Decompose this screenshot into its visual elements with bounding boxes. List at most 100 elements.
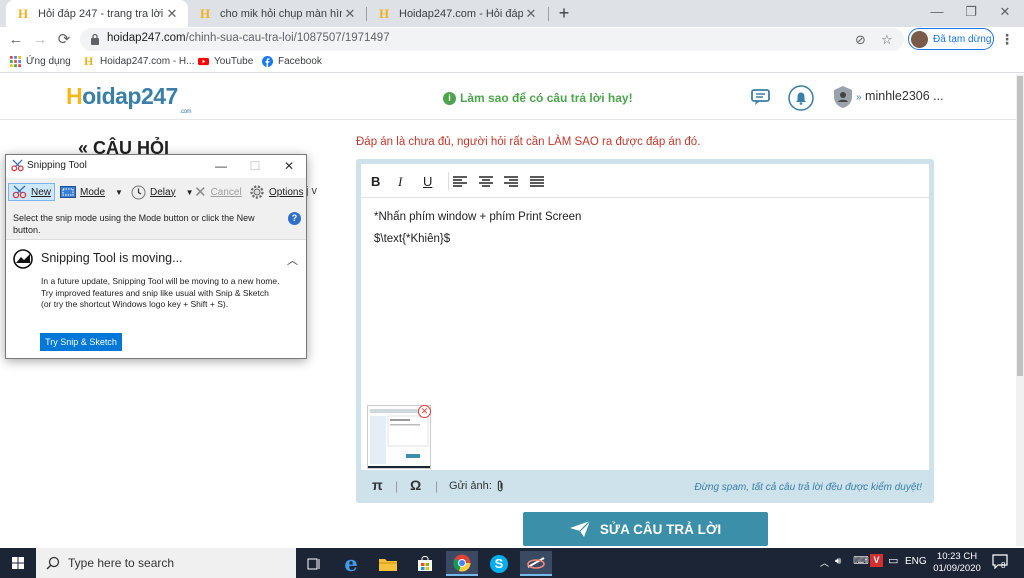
- paperclip-icon[interactable]: [496, 480, 505, 493]
- math-pi-button[interactable]: π: [372, 477, 383, 493]
- howto-label: Làm sao để có câu trả lời hay!: [460, 91, 633, 105]
- bookmark-label: Facebook: [278, 56, 322, 67]
- snipping-tool-taskbar-icon[interactable]: [520, 551, 552, 576]
- close-tab-icon[interactable]: ✕: [523, 6, 539, 22]
- bookmark-label: Hoidap247.com - H...: [100, 56, 195, 67]
- eye-off-icon[interactable]: ⊘: [855, 32, 866, 48]
- lock-icon: [91, 33, 99, 45]
- mode-button[interactable]: Mode ▼: [60, 183, 123, 201]
- tab-hoidap-online[interactable]: H Hoidap247.com - Hỏi đáp online ✕: [367, 0, 547, 27]
- snipping-tool-window: Snipping Tool — ☐ ✕ New Mode ▼ Delay ▼ ✕…: [5, 154, 307, 359]
- skype-icon[interactable]: S: [483, 551, 515, 576]
- answer-requirement-notice: Đáp án là chưa đủ, người hỏi rất cần LÀM…: [356, 136, 701, 148]
- new-label: New: [31, 186, 52, 198]
- minimize-button[interactable]: —: [920, 0, 954, 27]
- username: minhle2306 ...: [865, 89, 944, 103]
- bookmark-hoidap[interactable]: H Hoidap247.com - H...: [84, 55, 195, 67]
- snip-maximize-button[interactable]: ☐: [240, 157, 270, 175]
- task-view-icon[interactable]: [298, 551, 330, 576]
- snipping-tool-titlebar[interactable]: Snipping Tool — ☐ ✕: [6, 155, 306, 177]
- clock[interactable]: 10:23 CH 01/09/2020: [930, 551, 984, 575]
- input-language[interactable]: ENG: [905, 556, 927, 567]
- attach-image-label: Gửi ảnh:: [449, 480, 492, 492]
- tab-hoidap-answer[interactable]: H Hỏi đáp 247 - trang tra lời ✕: [6, 0, 188, 27]
- hoidap-favicon-icon: H: [18, 5, 29, 21]
- chrome-icon[interactable]: [446, 551, 478, 576]
- options-button[interactable]: Options: [249, 183, 303, 201]
- snip-minimize-button[interactable]: —: [206, 157, 236, 175]
- answer-line-2: $\text{*Khiên}$: [374, 233, 451, 245]
- page-scrollbar[interactable]: [1016, 74, 1024, 546]
- send-plane-icon: [569, 521, 590, 537]
- windows-start-icon[interactable]: [0, 548, 36, 578]
- profile-paused-button[interactable]: Đã tạm dừng: [908, 28, 994, 50]
- bookmark-facebook[interactable]: Facebook: [262, 56, 322, 67]
- tray-expand-icon[interactable]: ︿: [820, 556, 829, 569]
- back-arrow-icon[interactable]: ←: [5, 29, 27, 51]
- address-bar[interactable]: hoidap247.com/chinh-sua-cau-tra-loi/1087…: [80, 28, 904, 51]
- toolbar-divider: [448, 172, 449, 190]
- edge-glyph-icon: e: [344, 551, 358, 576]
- store-icon[interactable]: [409, 551, 441, 576]
- scissors-icon: [527, 556, 545, 569]
- scrollbar-thumb[interactable]: [1017, 76, 1023, 376]
- close-tab-icon[interactable]: ✕: [164, 6, 180, 22]
- align-center-icon[interactable]: [479, 176, 493, 187]
- italic-button[interactable]: I: [398, 174, 402, 190]
- bookmark-youtube[interactable]: YouTube: [198, 56, 253, 67]
- maximize-button[interactable]: ❐: [954, 0, 988, 27]
- remove-image-icon[interactable]: ✕: [418, 405, 431, 418]
- submit-answer-button[interactable]: SỬA CÂU TRẢ LỜI: [523, 512, 768, 546]
- new-snip-button[interactable]: New: [8, 183, 56, 201]
- shield-avatar-icon[interactable]: [832, 85, 854, 109]
- howto-link[interactable]: i Làm sao để có câu trả lời hay!: [443, 91, 633, 105]
- site-logo[interactable]: Hoidap247 .com: [66, 83, 192, 115]
- moving-notice-title: Snipping Tool is moving...: [41, 251, 183, 265]
- mode-label: Mode: [80, 186, 106, 198]
- forward-arrow-icon[interactable]: →: [29, 29, 51, 51]
- bookmark-apps[interactable]: Ứng dụng: [10, 56, 71, 67]
- reload-icon[interactable]: ⟳: [53, 29, 75, 51]
- tab-title: Hỏi đáp 247 - trang tra lời: [38, 7, 164, 20]
- new-tab-button[interactable]: +: [554, 3, 574, 23]
- align-justify-icon[interactable]: [530, 176, 544, 187]
- submit-label: SỬA CÂU TRẢ LỜI: [599, 521, 722, 537]
- bookmark-label: YouTube: [214, 56, 254, 67]
- menu-kebab-icon[interactable]: ⋮: [1000, 31, 1014, 48]
- username-menu[interactable]: » minhle2306 ...: [856, 89, 944, 103]
- browser-tab-strip: H Hỏi đáp 247 - trang tra lời ✕ H cho mi…: [0, 0, 1024, 27]
- try-snip-sketch-button[interactable]: Try Snip & Sketch: [40, 333, 122, 351]
- url-path: /chinh-sua-cau-tra-loi/1087507/1971497: [185, 32, 390, 44]
- file-explorer-icon[interactable]: [372, 551, 404, 576]
- collapse-chevron-icon[interactable]: ︿: [287, 252, 298, 268]
- tab-screenshot-question[interactable]: H cho mik hỏi chụp màn hình máy ✕: [188, 0, 366, 27]
- special-char-omega-button[interactable]: Ω: [410, 477, 421, 493]
- editor-content-area[interactable]: B I U *Nhấn phím window + phím Print Scr…: [361, 164, 929, 470]
- scissors-icon: [12, 185, 27, 199]
- volume-icon[interactable]: 🔊︎: [835, 556, 841, 567]
- taskbar-search-box[interactable]: Type here to search: [36, 548, 296, 578]
- tab-divider: [548, 7, 549, 21]
- close-window-button[interactable]: ✕: [988, 0, 1022, 27]
- close-tab-icon[interactable]: ✕: [342, 6, 358, 22]
- action-center-icon[interactable]: 8: [992, 554, 1008, 572]
- underline-button[interactable]: U: [423, 174, 432, 189]
- cancel-snip-button[interactable]: ✕ Cancel: [194, 183, 242, 201]
- bell-icon[interactable]: [788, 85, 814, 111]
- unikey-v-icon[interactable]: V: [870, 554, 883, 567]
- toolbar-separator: [361, 197, 929, 198]
- network-icon[interactable]: ▭: [888, 554, 898, 567]
- delay-button[interactable]: Delay ▼: [131, 183, 194, 201]
- bold-button[interactable]: B: [371, 174, 380, 189]
- bookmark-star-icon[interactable]: ☆: [881, 32, 893, 48]
- edge-icon[interactable]: e: [335, 551, 367, 576]
- keyboard-icon[interactable]: ⌨: [853, 554, 869, 567]
- dropdown-arrow-icon: ▼: [185, 187, 194, 197]
- chevrons-icon: »: [856, 92, 862, 103]
- chat-icon[interactable]: [750, 88, 772, 106]
- align-right-icon[interactable]: [504, 176, 518, 187]
- align-left-icon[interactable]: [453, 176, 467, 187]
- snip-close-button[interactable]: ✕: [274, 157, 304, 175]
- snipping-tool-title: Snipping Tool: [27, 160, 87, 171]
- help-icon[interactable]: ?: [288, 212, 301, 225]
